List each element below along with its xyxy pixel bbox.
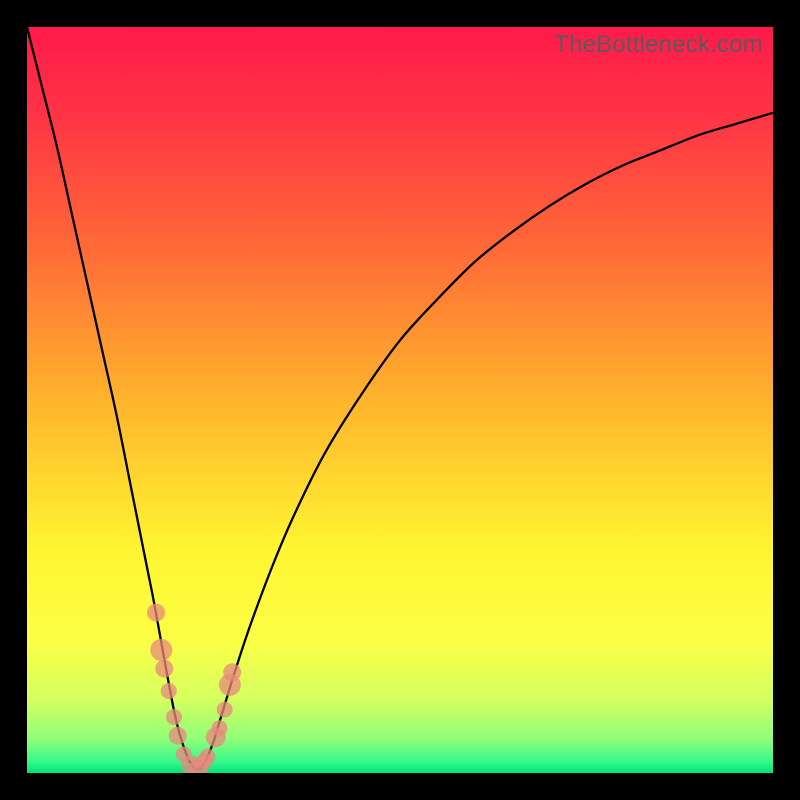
bottleneck-curve [27,27,773,769]
data-marker [223,663,241,681]
chart-frame: TheBottleneck.com [0,0,800,800]
data-marker [211,720,227,736]
data-marker [147,604,165,622]
chart-svg [27,27,773,773]
data-marker [217,702,233,718]
data-marker [161,683,177,699]
plot-area: TheBottleneck.com [27,27,773,773]
data-marker [166,709,182,725]
watermark-text: TheBottleneck.com [554,31,763,59]
data-marker [150,639,172,661]
data-marker [197,753,213,769]
data-markers [147,604,241,773]
data-marker [169,727,187,745]
data-marker [155,660,173,678]
